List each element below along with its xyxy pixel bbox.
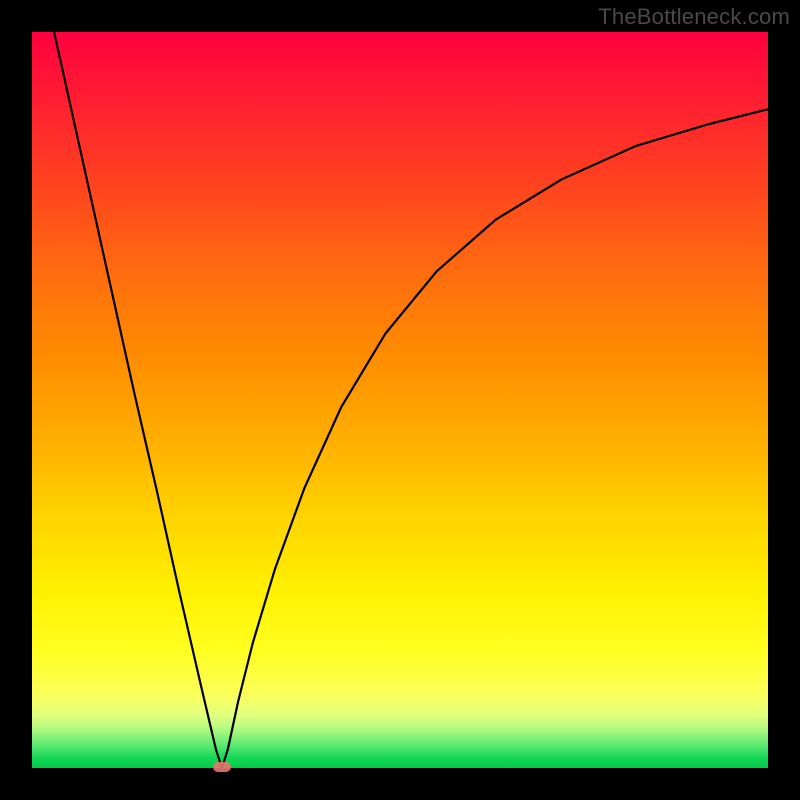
chart-frame: TheBottleneck.com <box>0 0 800 800</box>
bottleneck-curve <box>32 32 768 768</box>
curve-path <box>54 32 768 768</box>
watermark-label: TheBottleneck.com <box>598 4 790 30</box>
minimum-marker <box>213 762 231 772</box>
plot-area <box>32 32 768 768</box>
